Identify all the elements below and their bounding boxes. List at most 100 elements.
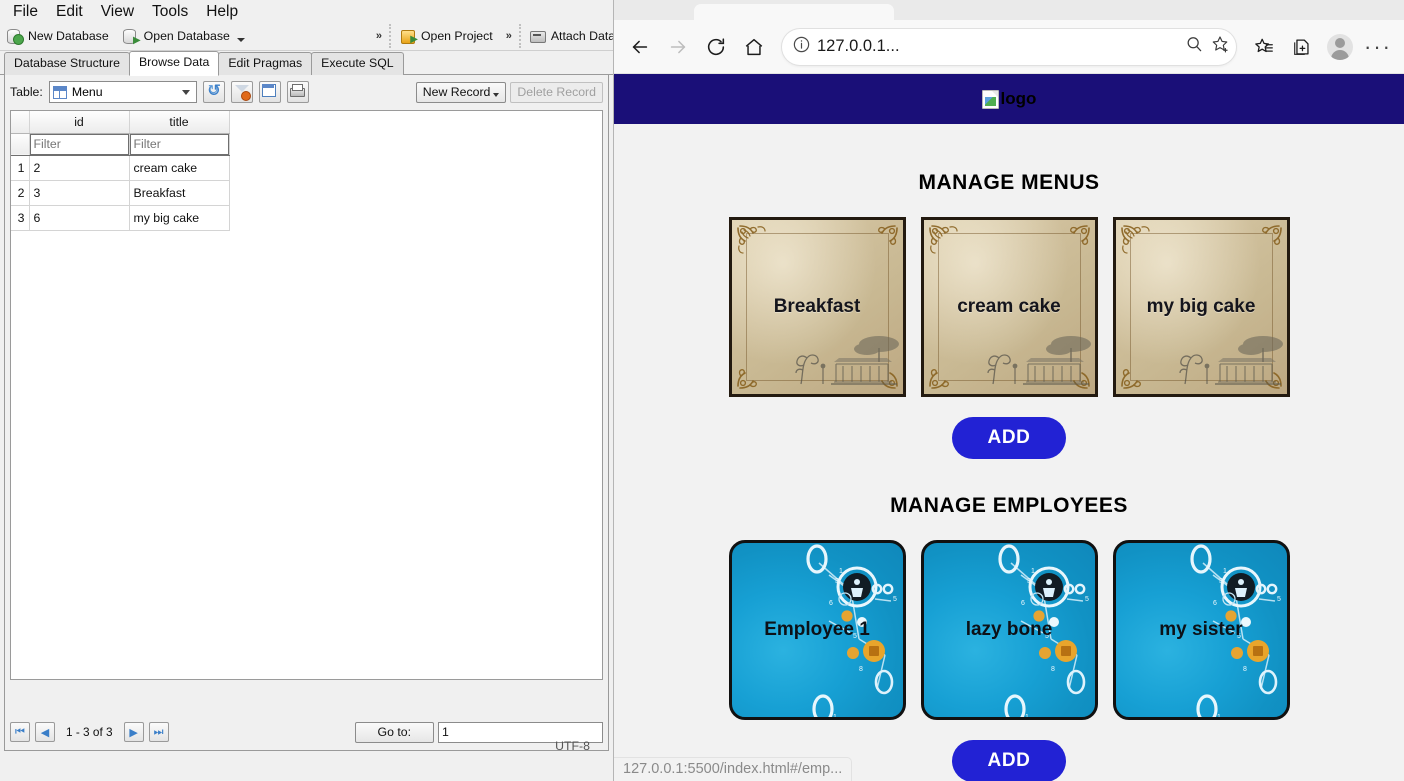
add-menu-button[interactable]: ADD [951, 417, 1067, 459]
db-status-bar: UTF-8 [5, 728, 608, 753]
cell-id[interactable]: 6 [29, 205, 130, 231]
tab-execute-sql[interactable]: Execute SQL [311, 52, 404, 75]
svg-text:1: 1 [1223, 568, 1227, 575]
delete-record-button[interactable]: Delete Record [510, 81, 603, 103]
save-results-icon[interactable] [258, 81, 281, 103]
cell-title[interactable]: my big cake [129, 205, 230, 231]
menu-help[interactable]: Help [197, 1, 247, 22]
table-row[interactable]: 3 6 my big cake [11, 205, 230, 231]
new-database-button[interactable]: New Database [0, 24, 116, 49]
menu-card-title: Breakfast [773, 296, 861, 317]
broken-image-icon [981, 89, 999, 109]
open-project-button[interactable]: Open Project [393, 24, 500, 49]
cell-title[interactable]: Breakfast [129, 180, 230, 206]
svg-text:6: 6 [829, 600, 833, 607]
svg-text:3: 3 [835, 578, 839, 585]
employee-card-employee-1[interactable]: 3515861 Employee 1 [728, 540, 906, 720]
table-row[interactable]: 1 2 cream cake [11, 155, 230, 181]
svg-text:1: 1 [833, 714, 837, 720]
manage-employees-title: MANAGE EMPLOYEES [890, 494, 1128, 517]
cell-title[interactable]: cream cake [129, 155, 230, 181]
open-database-dropdown-icon[interactable] [236, 38, 245, 42]
svg-text:6: 6 [1213, 600, 1217, 607]
menu-view[interactable]: View [92, 1, 143, 22]
tab-bar: Database Structure Browse Data Edit Prag… [0, 51, 613, 76]
table-selection-row: Table: Menu New Record Delete Record [10, 80, 603, 104]
employee-card-lazy-bone[interactable]: 3515861 lazy bone [920, 540, 1098, 720]
employee-card-title: lazy bone [965, 619, 1053, 640]
forward-arrow-icon [660, 29, 696, 65]
favorites-icon[interactable] [1246, 29, 1282, 65]
svg-text:1: 1 [1025, 714, 1029, 720]
tab-edit-pragmas[interactable]: Edit Pragmas [218, 52, 313, 75]
menu-card-cream-cake[interactable]: cream cake [920, 217, 1098, 397]
record-buttons: New Record Delete Record [415, 81, 603, 103]
table-select[interactable]: Menu [48, 81, 197, 103]
filter-row-header [11, 133, 30, 156]
url-text[interactable]: 127.0.0.1... [817, 37, 1178, 56]
address-bar[interactable]: 127.0.0.1... [782, 28, 1236, 65]
attach-database-icon [529, 28, 546, 44]
filter-input-title[interactable] [129, 133, 228, 154]
add-employee-button[interactable]: ADD [951, 740, 1067, 781]
svg-text:1: 1 [1031, 568, 1035, 575]
home-icon[interactable] [736, 29, 772, 65]
profile-avatar[interactable] [1322, 29, 1358, 65]
employee-card-my-sister[interactable]: 3515861 my sister [1112, 540, 1290, 720]
new-record-dropdown-icon[interactable] [493, 93, 500, 97]
menus-add-wrapper: ADD [614, 417, 1404, 459]
refresh-icon[interactable] [202, 81, 225, 103]
browser-tab-strip [614, 0, 1404, 24]
toolbar-overflow-2[interactable]: » [500, 30, 517, 42]
new-database-label: New Database [28, 29, 109, 43]
manage-menus-title: MANAGE MENUS [918, 171, 1100, 194]
screen: File Edit View Tools Help New Database O… [0, 0, 1404, 781]
table-label: Table: [10, 85, 43, 99]
table-icon [52, 85, 67, 99]
chevron-down-icon[interactable] [178, 82, 194, 102]
svg-text:5: 5 [1277, 596, 1281, 603]
main-toolbar: New Database Open Database » Open Projec… [0, 22, 613, 51]
clear-filter-icon[interactable] [230, 81, 253, 103]
settings-and-more-icon[interactable]: ··· [1360, 29, 1396, 65]
column-header-title[interactable]: title [129, 111, 230, 134]
open-database-button[interactable]: Open Database [116, 24, 252, 49]
toolbar-overflow-1[interactable]: » [370, 30, 387, 42]
menu-bar: File Edit View Tools Help [0, 0, 613, 22]
add-favorite-icon[interactable] [1210, 34, 1230, 59]
filter-cell-title [129, 133, 230, 156]
cell-id[interactable]: 3 [29, 180, 130, 206]
landscape-illustration [1163, 318, 1283, 390]
tab-database-structure[interactable]: Database Structure [4, 52, 130, 75]
filter-row [11, 133, 230, 156]
menu-tools[interactable]: Tools [143, 1, 197, 22]
menu-file[interactable]: File [4, 1, 47, 22]
zoom-out-icon[interactable] [1184, 34, 1204, 59]
avatar [1327, 33, 1353, 60]
menu-card-row: Breakfast cream cake my big cake [614, 217, 1404, 397]
menu-card-breakfast[interactable]: Breakfast [728, 217, 906, 397]
filter-input-id[interactable] [29, 133, 128, 154]
menu-edit[interactable]: Edit [47, 1, 92, 22]
encoding-label: UTF-8 [555, 739, 590, 753]
print-icon[interactable] [286, 81, 309, 103]
logo[interactable]: logo [981, 89, 1036, 109]
tab-browse-data[interactable]: Browse Data [128, 51, 220, 76]
table-row[interactable]: 2 3 Breakfast [11, 180, 230, 206]
data-grid[interactable]: id title Filter Filter 1 2 cream cake 2 … [10, 110, 603, 680]
browser-tab[interactable] [694, 4, 894, 24]
cell-id[interactable]: 2 [29, 155, 130, 181]
back-arrow-icon[interactable] [622, 29, 658, 65]
info-icon[interactable] [792, 35, 811, 59]
employee-card-title: Employee 1 [764, 619, 870, 640]
new-record-button[interactable]: New Record [415, 81, 507, 103]
svg-text:5: 5 [893, 596, 897, 603]
attach-database-button[interactable]: Attach Database [523, 24, 614, 49]
row-number: 3 [11, 205, 30, 231]
column-header-id[interactable]: id [29, 111, 130, 134]
menu-card-my-big-cake[interactable]: my big cake [1112, 217, 1290, 397]
attach-database-label: Attach Database [550, 29, 614, 43]
reload-icon[interactable] [698, 29, 734, 65]
collections-icon[interactable] [1284, 29, 1320, 65]
ellipsis-icon: ··· [1364, 33, 1392, 59]
